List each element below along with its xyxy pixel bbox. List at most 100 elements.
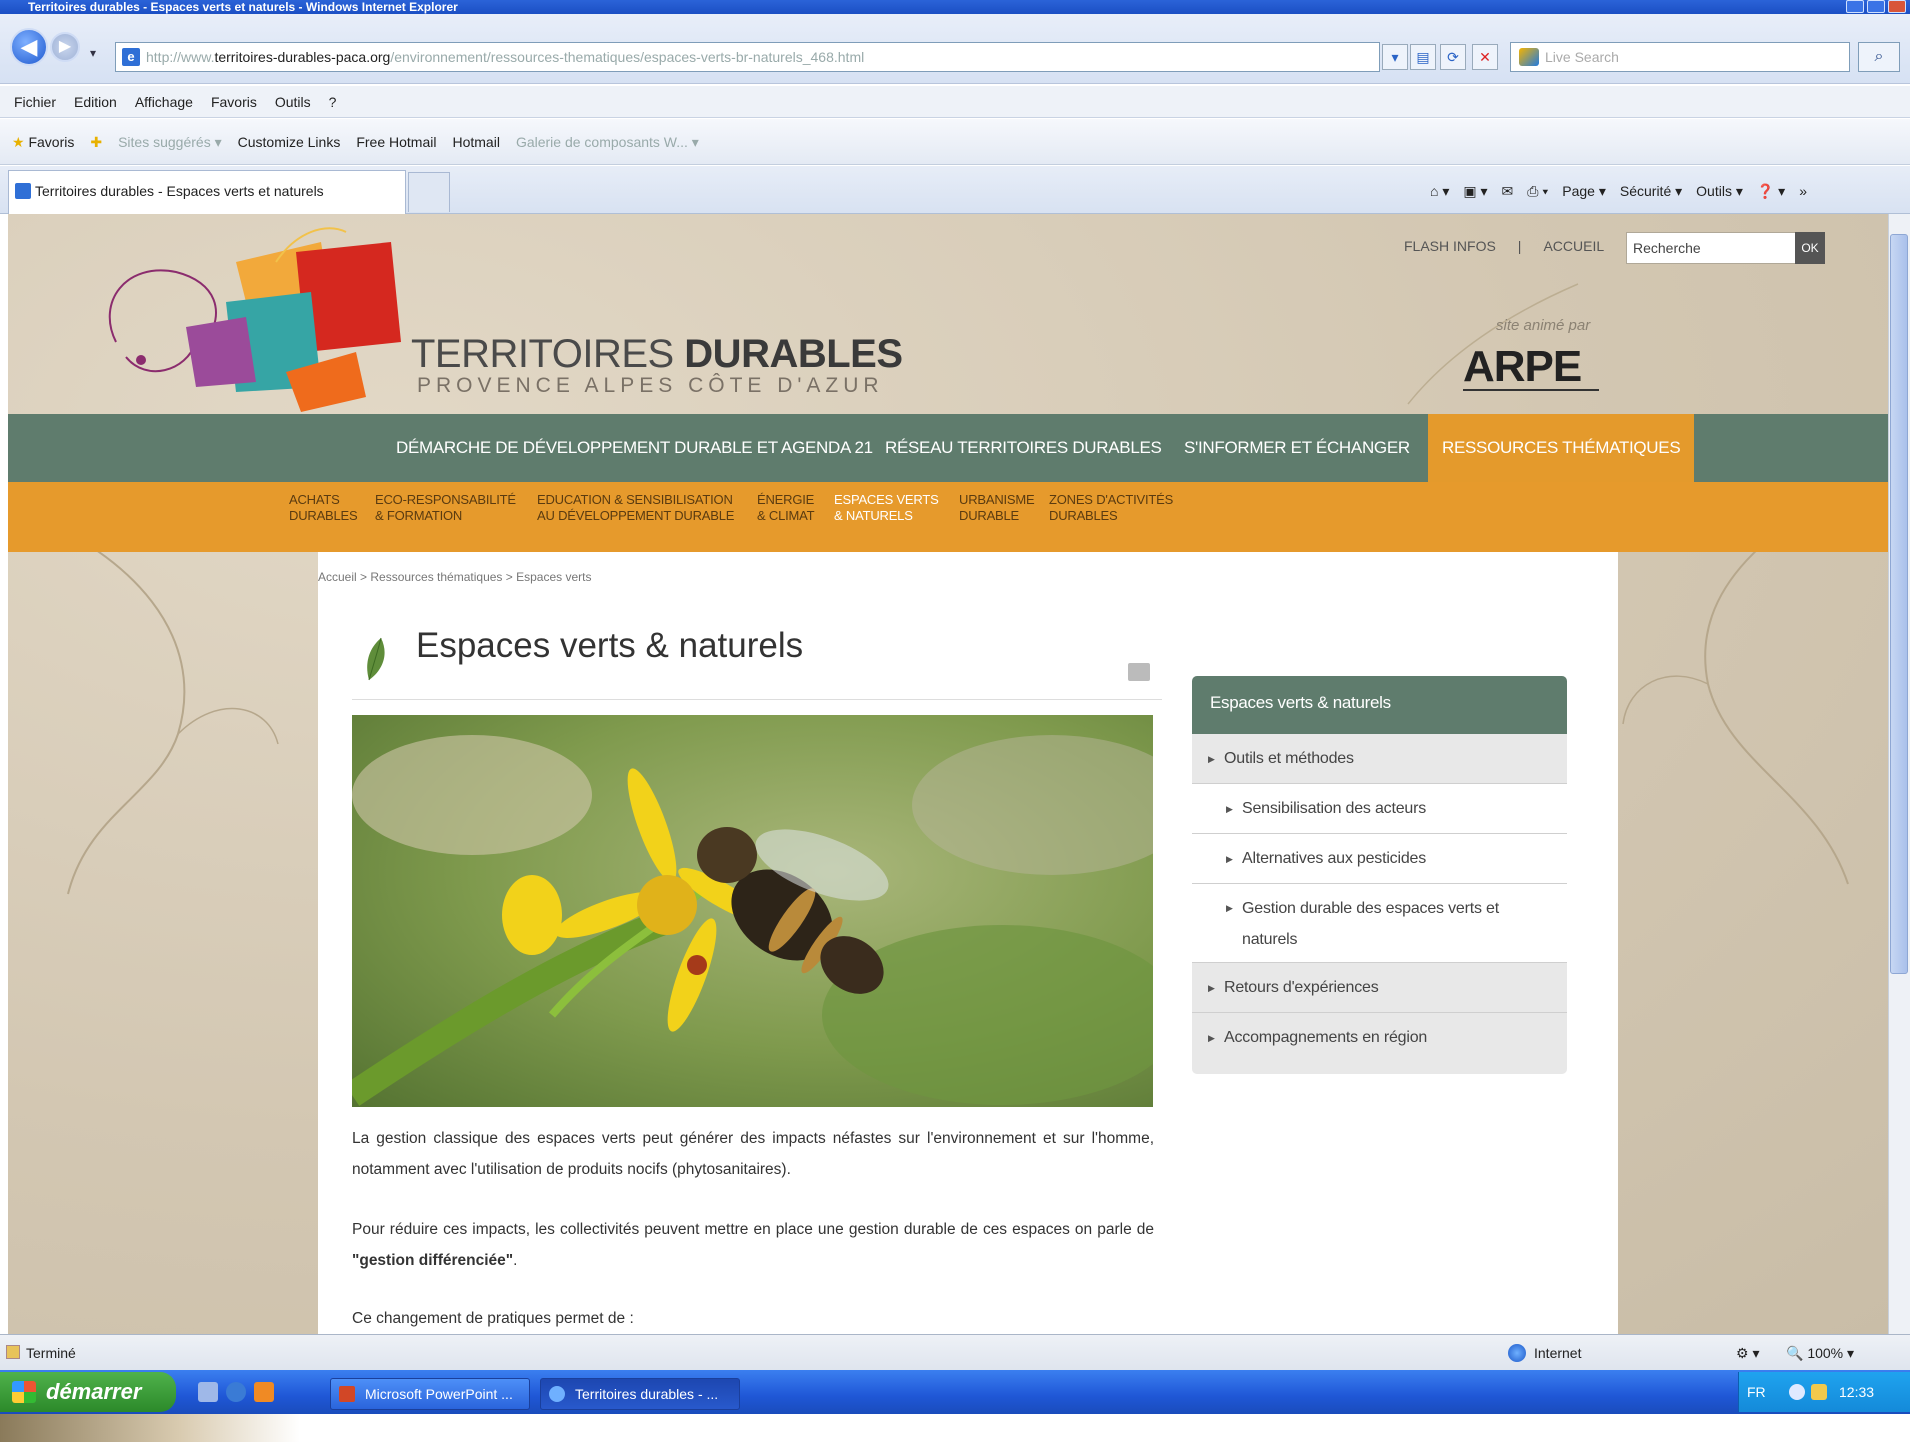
site-search-ok-button[interactable]: OK bbox=[1795, 232, 1825, 264]
clock[interactable]: 12:33 bbox=[1839, 1372, 1874, 1412]
suggested-sites-link[interactable]: Sites suggérés ▾ bbox=[118, 119, 222, 164]
nav-demarche[interactable]: DÉMARCHE DE DÉVELOPPEMENT DURABLE ET AGE… bbox=[396, 414, 873, 482]
print-page-icon[interactable] bbox=[1128, 663, 1150, 681]
taskbar-ie-window[interactable]: Territoires durables - ... bbox=[540, 1378, 740, 1410]
nav-sinformer[interactable]: S'INFORMER ET ÉCHANGER bbox=[1184, 414, 1410, 482]
subnav-education[interactable]: EDUCATION & SENSIBILISATION AU DÉVELOPPE… bbox=[537, 492, 734, 524]
live-search-icon bbox=[1519, 48, 1539, 66]
site-title[interactable]: TERRITOIRES DURABLES bbox=[411, 332, 903, 376]
flash-infos-link[interactable]: FLASH INFOS bbox=[1404, 236, 1496, 256]
more-commands[interactable]: » bbox=[1799, 176, 1807, 206]
mail-icon[interactable]: ✉ bbox=[1502, 176, 1514, 206]
favoris-button[interactable]: ★ Favoris bbox=[12, 119, 74, 164]
gestion-differenciee-text: "gestion différenciée" bbox=[352, 1252, 514, 1269]
history-dropdown-icon[interactable]: ▾ bbox=[90, 46, 96, 60]
menu-favoris[interactable]: Favoris bbox=[211, 86, 257, 117]
caret-right-icon: ▶ bbox=[1208, 754, 1215, 764]
caret-right-icon: ▶ bbox=[1226, 804, 1233, 814]
outils-menu[interactable]: Outils ▾ bbox=[1696, 176, 1743, 206]
screen: Territoires durables - Espaces verts et … bbox=[0, 0, 1910, 1442]
page-menu[interactable]: Page ▾ bbox=[1562, 176, 1606, 206]
address-bar[interactable]: e http://www.territoires-durables-paca.o… bbox=[115, 42, 1380, 72]
show-desktop-icon[interactable] bbox=[198, 1382, 218, 1402]
side-item-alternatives[interactable]: ▶ Alternatives aux pesticides bbox=[1192, 834, 1567, 884]
close-window-button[interactable] bbox=[1888, 0, 1906, 13]
free-hotmail-link[interactable]: Free Hotmail bbox=[356, 119, 436, 164]
customize-links-link[interactable]: Customize Links bbox=[238, 119, 341, 164]
live-search-input[interactable]: Live Search bbox=[1510, 42, 1850, 72]
back-arrow-icon: ◀ bbox=[20, 34, 38, 59]
side-item-sensibilisation[interactable]: ▶ Sensibilisation des acteurs bbox=[1192, 784, 1567, 834]
tab-title: Territoires durables - Espaces verts et … bbox=[35, 183, 324, 199]
address-dropdown-icon[interactable]: ▾ bbox=[1382, 44, 1408, 70]
stop-icon[interactable]: ✕ bbox=[1472, 44, 1498, 70]
scrollbar-thumb[interactable] bbox=[1890, 234, 1908, 974]
title-divider bbox=[352, 699, 1162, 700]
side-menu-heading[interactable]: Espaces verts & naturels bbox=[1192, 676, 1567, 734]
media-launch-icon[interactable] bbox=[254, 1382, 274, 1402]
caret-right-icon: ▶ bbox=[1226, 854, 1233, 864]
address-path: /environnement/ressources-thematiques/es… bbox=[390, 49, 865, 65]
back-button[interactable]: ◀ bbox=[10, 28, 48, 66]
arpe-logo[interactable]: ARPE bbox=[1463, 344, 1582, 390]
forward-arrow-icon: ▶ bbox=[58, 38, 72, 55]
ie-tab-icon bbox=[15, 183, 31, 199]
window-title: Territoires durables - Espaces verts et … bbox=[0, 0, 1910, 14]
subnav-zones[interactable]: ZONES D'ACTIVITÉS DURABLES bbox=[1049, 492, 1173, 524]
taskbar-powerpoint[interactable]: Microsoft PowerPoint ... bbox=[330, 1378, 530, 1410]
live-search-placeholder: Live Search bbox=[1545, 49, 1619, 65]
nav-reseau[interactable]: RÉSEAU TERRITOIRES DURABLES bbox=[885, 414, 1162, 482]
forward-button[interactable]: ▶ bbox=[50, 32, 80, 62]
side-item-accompagnements[interactable]: ▶ Accompagnements en région bbox=[1192, 1013, 1567, 1063]
volume-icon[interactable] bbox=[1811, 1384, 1827, 1400]
subnav-energie[interactable]: ÉNERGIE & CLIMAT bbox=[757, 492, 815, 524]
securite-menu[interactable]: Sécurité ▾ bbox=[1620, 176, 1682, 206]
toplinks-separator: | bbox=[1517, 238, 1522, 254]
search-button[interactable]: ⌕ bbox=[1858, 42, 1900, 72]
menu-help[interactable]: ? bbox=[329, 86, 337, 117]
subnav-urbanisme[interactable]: URBANISME DURABLE bbox=[959, 492, 1035, 524]
nav-ressources-active[interactable]: RESSOURCES THÉMATIQUES bbox=[1428, 414, 1695, 482]
language-indicator[interactable]: FR bbox=[1747, 1372, 1766, 1412]
feeds-icon[interactable]: ▣ ▾ bbox=[1463, 176, 1487, 206]
refresh-icon[interactable]: ⟳ bbox=[1440, 44, 1466, 70]
tab-current[interactable]: Territoires durables - Espaces verts et … bbox=[8, 170, 406, 214]
minimize-button[interactable] bbox=[1846, 0, 1864, 13]
side-item-label: Gestion durable des espaces verts et nat… bbox=[1242, 900, 1499, 948]
side-item-gestion-durable[interactable]: ▶ Gestion durable des espaces verts et na… bbox=[1192, 884, 1567, 963]
maximize-button[interactable] bbox=[1867, 0, 1885, 13]
hotmail-link[interactable]: Hotmail bbox=[452, 119, 499, 164]
paragraph-3: Ce changement de pratiques permet de : bbox=[352, 1310, 634, 1327]
subnav-achats[interactable]: ACHATS DURABLES bbox=[289, 492, 358, 524]
site-search-input[interactable]: Recherche bbox=[1626, 232, 1798, 264]
protected-mode-icon[interactable]: ⚙ ▾ bbox=[1736, 1335, 1759, 1371]
taskbar-item-label: Territoires durables - ... bbox=[575, 1386, 719, 1402]
breadcrumb[interactable]: Accueil > Ressources thématiques > Espac… bbox=[318, 570, 591, 584]
side-item-outils[interactable]: ▶ Outils et méthodes bbox=[1192, 734, 1567, 784]
top-links: FLASH INFOS | ACCUEIL bbox=[1404, 236, 1604, 256]
compatibility-icon[interactable]: ▤ bbox=[1410, 44, 1436, 70]
subnav-eco-responsabilite[interactable]: ECO-RESPONSABILITÉ & FORMATION bbox=[375, 492, 516, 524]
menu-fichier[interactable]: Fichier bbox=[14, 86, 56, 117]
zoom-level[interactable]: 🔍 100% ▾ bbox=[1786, 1335, 1854, 1371]
star-icon: ★ bbox=[12, 134, 25, 150]
status-text: Terminé bbox=[26, 1345, 76, 1361]
menu-edition[interactable]: Edition bbox=[74, 86, 117, 117]
command-bar: ⌂ ▾ ▣ ▾ ✉ ⎙ ▾ Page ▾ Sécurité ▾ Outils ▾… bbox=[1430, 176, 1807, 206]
side-item-retours[interactable]: ▶ Retours d'expériences bbox=[1192, 963, 1567, 1013]
home-icon[interactable]: ⌂ ▾ bbox=[1430, 176, 1449, 206]
security-zone[interactable]: Internet bbox=[1534, 1335, 1581, 1371]
subnav-espaces-verts-active[interactable]: ESPACES VERTS & NATURELS bbox=[834, 492, 939, 524]
add-favorite-icon[interactable]: ✚ bbox=[90, 119, 102, 164]
menu-affichage[interactable]: Affichage bbox=[135, 86, 193, 117]
print-icon[interactable]: ⎙ ▾ bbox=[1527, 176, 1548, 206]
new-tab-button[interactable] bbox=[408, 172, 450, 212]
ie-launch-icon[interactable] bbox=[226, 1382, 246, 1402]
favoris-label: Favoris bbox=[28, 134, 75, 150]
network-icon[interactable] bbox=[1789, 1384, 1805, 1400]
accueil-link[interactable]: ACCUEIL bbox=[1543, 236, 1604, 256]
menu-outils[interactable]: Outils bbox=[275, 86, 311, 117]
help-icon[interactable]: ❓ ▾ bbox=[1757, 176, 1785, 206]
web-slice-gallery-link[interactable]: Galerie de composants W... ▾ bbox=[516, 119, 699, 164]
side-item-label: Outils et méthodes bbox=[1224, 750, 1354, 767]
